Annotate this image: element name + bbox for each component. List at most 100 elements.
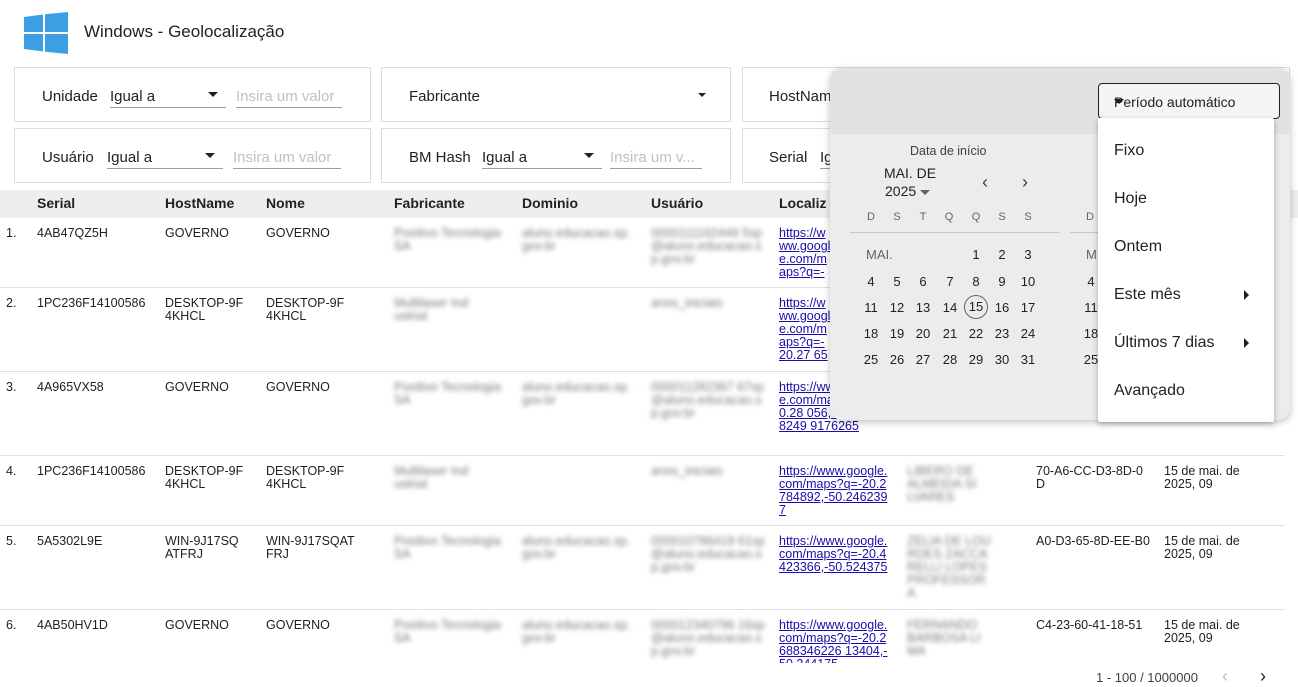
calendar-day[interactable]: 6: [911, 274, 935, 289]
calendar-day[interactable]: 16: [990, 300, 1014, 315]
column-localizacao[interactable]: Localiz: [779, 195, 826, 211]
next-page-icon[interactable]: ›: [1260, 666, 1266, 687]
filter-fabricante[interactable]: Fabricante: [381, 67, 731, 122]
calendar-day[interactable]: 14: [938, 300, 962, 315]
calendar-day[interactable]: 17: [1016, 300, 1040, 315]
calendar-day[interactable]: 31: [1016, 352, 1040, 367]
calendar-day[interactable]: 29: [964, 352, 988, 367]
calendar-day[interactable]: 27: [911, 352, 935, 367]
calendar-day[interactable]: 3: [1016, 247, 1040, 262]
calendar-day[interactable]: 11: [859, 300, 883, 315]
menu-item-este-mes[interactable]: Este mês: [1114, 286, 1254, 304]
calendar-day[interactable]: 12: [885, 300, 909, 315]
cell-localizacao-link[interactable]: https://www.google.com/maps?q=-20.442336…: [779, 535, 889, 587]
calendar-day[interactable]: 20: [911, 326, 935, 341]
table-row[interactable]: 4. 1PC236F14100586 DESKTOP-9F4KHCL DESKT…: [0, 456, 1285, 526]
cell-fabricante: Positivo Tecnologia SA: [394, 226, 501, 253]
filter-unidade: Unidade Igual a Insira um valor: [14, 67, 371, 122]
column-usuario[interactable]: Usuário: [651, 195, 703, 211]
cell-usuario: 000010786419 61sp@aluno.educacao.sp.gov.…: [651, 534, 766, 574]
month-label: MAI. DE: [884, 165, 937, 181]
calendar-day[interactable]: 24: [1016, 326, 1040, 341]
filter-usuario-input[interactable]: Insira um valor: [233, 145, 341, 169]
cell-localizacao-link[interactable]: https://www.google.com/maps?q=-20.278489…: [779, 465, 889, 517]
filter-hostname-label: HostNam: [769, 88, 832, 105]
cell-date: 15 de mai. de 2025, 09: [1164, 618, 1240, 645]
filter-bmhash-label: BM Hash: [409, 149, 471, 166]
cell-fabricante: Positivo Tecnologia SA: [394, 618, 501, 645]
row-number: 6.: [6, 618, 17, 632]
cell-nome: GOVERNO: [266, 380, 330, 394]
chevron-right-icon: [1244, 338, 1249, 348]
cell-fabricante: Multilaser Industrial: [394, 464, 469, 491]
menu-item-fixo[interactable]: Fixo: [1114, 142, 1144, 160]
calendar-day[interactable]: 23: [990, 326, 1014, 341]
menu-item-ultimos-7-dias[interactable]: Últimos 7 dias: [1114, 334, 1254, 352]
calendar-day[interactable]: 28: [938, 352, 962, 367]
calendar-day[interactable]: 21: [938, 326, 962, 341]
cell-hostname: WIN-9J17SQATFRJ: [165, 534, 239, 561]
cell-nome: DESKTOP-9F4KHCL: [266, 296, 345, 323]
row-number: 2.: [6, 296, 17, 310]
weekday-label: S: [893, 211, 901, 223]
cell-localizacao-link[interactable]: https://www.google.com/maps?q=-20.27 .54…: [779, 227, 831, 279]
month-year-selector[interactable]: MAI. DE 2025: [884, 164, 936, 200]
chevron-right-icon: [1244, 290, 1249, 300]
page-title: Windows - Geolocalização: [84, 22, 285, 41]
cell-localizacao-link[interactable]: https://www.google.com/maps?q=-20.27 656…: [779, 297, 831, 363]
filter-bmhash-operator[interactable]: Igual a: [482, 145, 602, 169]
calendar-month-caption: MAI.: [866, 247, 893, 262]
column-nome[interactable]: Nome: [266, 195, 305, 211]
prev-month-icon[interactable]: ‹: [982, 172, 988, 193]
calendar-day[interactable]: 15: [964, 295, 988, 319]
calendar-divider: [1070, 232, 1100, 233]
period-select-button[interactable]: Período automático: [1098, 83, 1280, 119]
cell-date: 15 de mai. de 2025, 09: [1164, 464, 1240, 491]
cell-date: 15 de mai. de 2025, 09: [1164, 534, 1240, 561]
calendar-day[interactable]: 25: [859, 352, 883, 367]
calendar-divider: [850, 232, 1060, 233]
table-row[interactable]: 6. 4AB50HV1D GOVERNO GOVERNO Positivo Te…: [0, 610, 1285, 666]
calendar-day[interactable]: 19: [885, 326, 909, 341]
next-month-icon[interactable]: ›: [1022, 172, 1028, 193]
row-number: 1.: [6, 226, 17, 240]
table-row[interactable]: 5. 5A5302L9E WIN-9J17SQATFRJ WIN-9J17SQA…: [0, 526, 1285, 610]
filter-unidade-input[interactable]: Insira um valor: [236, 84, 342, 108]
cell-hostname: DESKTOP-9F4KHCL: [165, 296, 244, 323]
filter-bmhash-input[interactable]: Insira um v...: [610, 145, 702, 169]
calendar-day[interactable]: 8: [964, 274, 988, 289]
filter-fabricante-label: Fabricante: [409, 88, 480, 105]
calendar-day[interactable]: 9: [990, 274, 1014, 289]
calendar-day[interactable]: 7: [938, 274, 962, 289]
weekday-label: S: [998, 211, 1006, 223]
cell-hostname: GOVERNO: [165, 226, 229, 240]
menu-item-hoje[interactable]: Hoje: [1114, 190, 1147, 208]
calendar-day[interactable]: 30: [990, 352, 1014, 367]
period-select-label: Período automático: [1114, 94, 1236, 110]
calendar-day[interactable]: 2: [990, 247, 1014, 262]
calendar-day[interactable]: 1: [964, 247, 988, 262]
cell-localizacao-link[interactable]: https://www.google.com/maps?q=-20.268834…: [779, 619, 889, 663]
menu-item-ontem[interactable]: Ontem: [1114, 238, 1162, 256]
calendar-month-caption: M: [1086, 247, 1097, 262]
column-dominio[interactable]: Dominio: [522, 195, 578, 211]
prev-page-icon[interactable]: ‹: [1222, 666, 1228, 687]
calendar-day[interactable]: 18: [859, 326, 883, 341]
column-fabricante[interactable]: Fabricante: [394, 195, 465, 211]
chevron-down-icon: [698, 93, 706, 97]
filter-unidade-operator[interactable]: Igual a: [110, 84, 226, 108]
column-hostname[interactable]: HostName: [165, 195, 234, 211]
calendar-day[interactable]: 13: [911, 300, 935, 315]
chevron-down-icon: [205, 153, 215, 158]
calendar-day[interactable]: 5: [885, 274, 909, 289]
calendar-day[interactable]: 10: [1016, 274, 1040, 289]
column-serial[interactable]: Serial: [37, 195, 75, 211]
calendar-day[interactable]: 4: [859, 274, 883, 289]
menu-item-avancado[interactable]: Avançado: [1114, 382, 1185, 400]
calendar-day[interactable]: 22: [964, 326, 988, 341]
calendar-day[interactable]: 26: [885, 352, 909, 367]
cell-fabricante: Multilaser Industrial: [394, 296, 469, 323]
weekday-label: D: [867, 211, 875, 223]
year-label: 2025: [885, 183, 917, 199]
filter-usuario-operator[interactable]: Igual a: [107, 145, 223, 169]
